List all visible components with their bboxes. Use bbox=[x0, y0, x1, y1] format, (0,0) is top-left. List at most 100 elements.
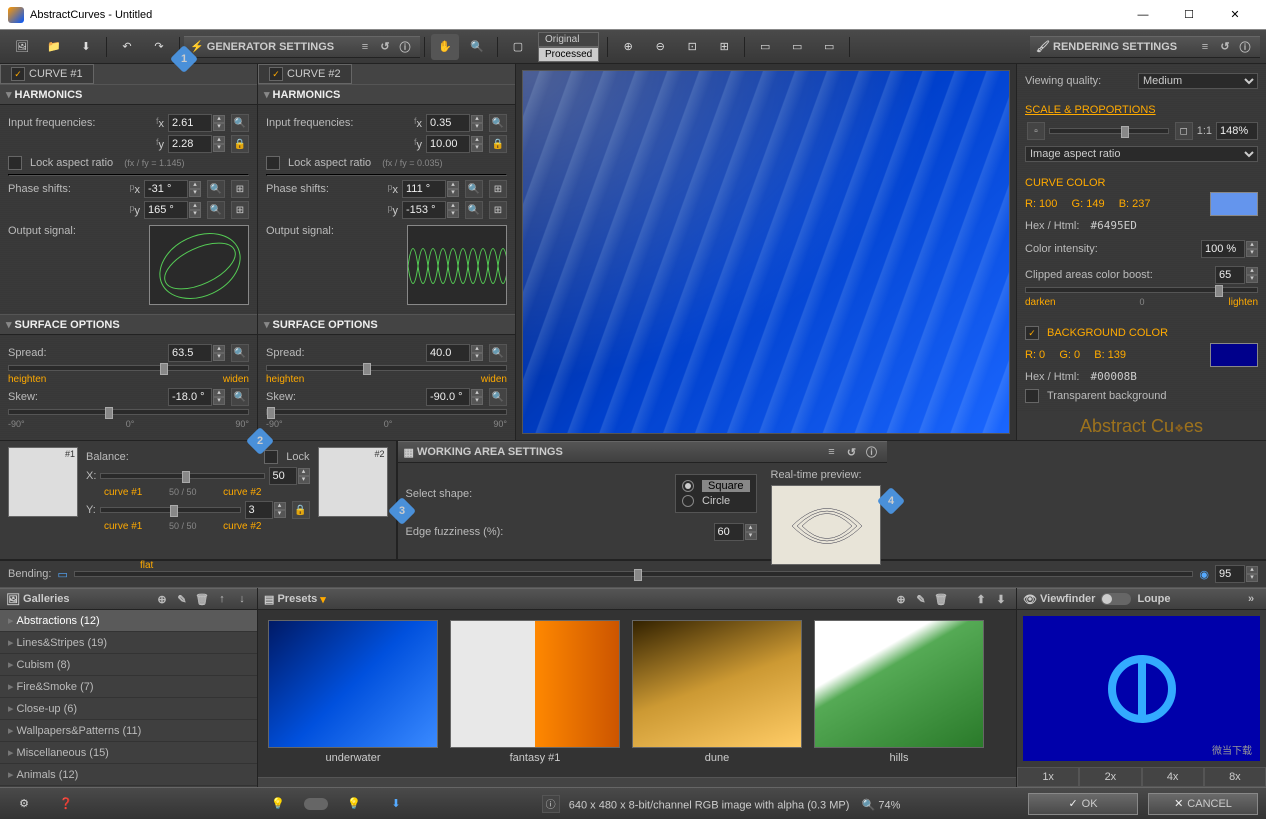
save-icon[interactable]: ⬇ bbox=[72, 34, 100, 60]
px-grid-icon[interactable]: ⊞ bbox=[231, 180, 249, 198]
preset-thumb[interactable] bbox=[450, 620, 620, 748]
bg-enable-checkbox[interactable]: ✓ bbox=[1025, 326, 1039, 340]
gallery-item[interactable]: Fire&Smoke (7) bbox=[0, 676, 257, 698]
gallery-item[interactable]: Close-up (6) bbox=[0, 698, 257, 720]
main-preview[interactable] bbox=[522, 70, 1010, 434]
skew-input[interactable] bbox=[168, 388, 212, 406]
preset-thumb[interactable] bbox=[268, 620, 438, 748]
preset-thumb[interactable] bbox=[814, 620, 984, 748]
pan-icon[interactable]: ✋ bbox=[431, 34, 459, 60]
edit-gallery-icon[interactable]: ✎ bbox=[173, 591, 191, 607]
open-folder-icon[interactable]: 📁 bbox=[40, 34, 68, 60]
balance-y-slider[interactable] bbox=[100, 507, 241, 513]
gallery-item[interactable]: Miscellaneous (15) bbox=[0, 742, 257, 764]
curve-color-swatch[interactable] bbox=[1210, 192, 1258, 216]
info-icon[interactable]: ⓘ bbox=[396, 39, 414, 55]
download-icon[interactable]: ⬇ bbox=[382, 791, 410, 817]
maximize-button[interactable]: ☐ bbox=[1166, 0, 1212, 30]
balance-x-slider[interactable] bbox=[100, 473, 264, 479]
py-input[interactable] bbox=[144, 201, 188, 219]
open-image-icon[interactable]: 🖼 bbox=[8, 34, 36, 60]
balance-x-input[interactable] bbox=[269, 467, 297, 485]
aspect-select[interactable]: Image aspect ratio bbox=[1025, 146, 1258, 162]
minimize-button[interactable]: — bbox=[1120, 0, 1166, 30]
preset-thumb[interactable] bbox=[632, 620, 802, 748]
zoom-fit-icon[interactable]: ⊡ bbox=[678, 34, 706, 60]
display1-icon[interactable]: ▭ bbox=[751, 34, 779, 60]
viewfinder-image[interactable]: 微当下载 bbox=[1023, 616, 1260, 761]
px-input[interactable] bbox=[144, 180, 188, 198]
fx-input[interactable] bbox=[168, 114, 212, 132]
import-icon[interactable]: ⬆ bbox=[972, 591, 990, 607]
fx2-input[interactable] bbox=[426, 114, 470, 132]
reset-icon[interactable]: ↺ bbox=[1216, 39, 1234, 55]
skew-slider[interactable] bbox=[8, 409, 249, 415]
reset-icon[interactable]: ↺ bbox=[376, 39, 394, 55]
display2-icon[interactable]: ▭ bbox=[783, 34, 811, 60]
clip-input[interactable] bbox=[1215, 266, 1245, 284]
scale-pct-input[interactable] bbox=[1216, 122, 1258, 140]
undo-icon[interactable]: ↶ bbox=[113, 34, 141, 60]
close-button[interactable]: ✕ bbox=[1212, 0, 1258, 30]
menu-icon[interactable]: ≡ bbox=[356, 39, 374, 55]
preset-scrollbar[interactable] bbox=[258, 777, 1016, 787]
info-icon[interactable]: ⓘ bbox=[542, 795, 560, 813]
bending-slider[interactable] bbox=[74, 571, 1194, 577]
spread-slider[interactable] bbox=[8, 365, 249, 371]
tab-original[interactable]: Original bbox=[538, 32, 599, 47]
tab-curve2[interactable]: ✓CURVE #2 bbox=[258, 64, 352, 84]
gallery-item[interactable]: Cubism (8) bbox=[0, 654, 257, 676]
display3-icon[interactable]: ▭ bbox=[815, 34, 843, 60]
transparent-checkbox[interactable] bbox=[1025, 389, 1039, 403]
cancel-button[interactable]: ✕ CANCEL bbox=[1148, 793, 1258, 815]
tab-curve1[interactable]: ✓CURVE #1 bbox=[0, 64, 94, 84]
balance-y-input[interactable] bbox=[245, 501, 273, 519]
balance-lock-icon[interactable]: 🔒 bbox=[292, 501, 310, 519]
bulb-off-icon[interactable]: 💡 bbox=[264, 791, 292, 817]
zoom-out-icon[interactable]: ⊖ bbox=[646, 34, 674, 60]
zoom-in-icon[interactable]: ⊕ bbox=[614, 34, 642, 60]
gallery-item[interactable]: Lines&Stripes (19) bbox=[0, 632, 257, 654]
lock-aspect-checkbox[interactable] bbox=[8, 156, 22, 170]
zoom-2x-button[interactable]: 2x bbox=[1079, 767, 1141, 787]
scale-slider[interactable] bbox=[1049, 128, 1169, 134]
menu-icon[interactable]: ≡ bbox=[1196, 39, 1214, 55]
gallery-item[interactable]: Abstractions (12) bbox=[0, 610, 257, 632]
compare-icon[interactable]: ▢ bbox=[504, 34, 532, 60]
down-icon[interactable]: ↓ bbox=[233, 591, 251, 607]
scale-max-icon[interactable]: ◻ bbox=[1175, 122, 1193, 140]
bending-input[interactable] bbox=[1215, 565, 1245, 583]
loupe-toggle[interactable] bbox=[1101, 593, 1131, 605]
fy2-input[interactable] bbox=[426, 135, 470, 153]
balance-lock-checkbox[interactable] bbox=[264, 450, 278, 464]
gallery-item[interactable]: Animals (12) bbox=[0, 764, 257, 786]
viewing-quality-select[interactable]: Medium bbox=[1138, 73, 1258, 89]
edit-preset-icon[interactable]: ✎ bbox=[912, 591, 930, 607]
tab-processed[interactable]: Processed bbox=[538, 47, 599, 62]
scale-min-icon[interactable]: ▫ bbox=[1027, 122, 1045, 140]
delete-gallery-icon[interactable]: 🗑 bbox=[193, 591, 211, 607]
intensity-input[interactable] bbox=[1201, 240, 1245, 258]
zoom-actual-icon[interactable]: ⊞ bbox=[710, 34, 738, 60]
bg-color-swatch[interactable] bbox=[1210, 343, 1258, 367]
ok-button[interactable]: ✓ OK bbox=[1028, 793, 1138, 815]
fx-up[interactable]: ▴ bbox=[213, 115, 225, 123]
light-toggle[interactable] bbox=[304, 798, 328, 810]
up-icon[interactable]: ↑ bbox=[213, 591, 231, 607]
info-icon[interactable]: ⓘ bbox=[1236, 39, 1254, 55]
shape-square-radio[interactable] bbox=[682, 480, 694, 492]
zoom-icon[interactable]: 🔍 bbox=[463, 34, 491, 60]
fy-input[interactable] bbox=[168, 135, 212, 153]
redo-icon[interactable]: ↷ bbox=[145, 34, 173, 60]
px-search-icon[interactable]: 🔍 bbox=[207, 180, 225, 198]
zoom-1x-button[interactable]: 1x bbox=[1017, 767, 1079, 787]
zoom-4x-button[interactable]: 4x bbox=[1142, 767, 1204, 787]
help-icon[interactable]: ❓ bbox=[52, 791, 80, 817]
surface-header[interactable]: SURFACE OPTIONS bbox=[0, 314, 257, 335]
spread-input[interactable] bbox=[168, 344, 212, 362]
curve1-enable-checkbox[interactable]: ✓ bbox=[11, 67, 25, 81]
add-preset-icon[interactable]: ⊕ bbox=[892, 591, 910, 607]
bulb-on-icon[interactable]: 💡 bbox=[340, 791, 368, 817]
fx-down[interactable]: ▾ bbox=[213, 123, 225, 131]
export-icon[interactable]: ⬇ bbox=[992, 591, 1010, 607]
